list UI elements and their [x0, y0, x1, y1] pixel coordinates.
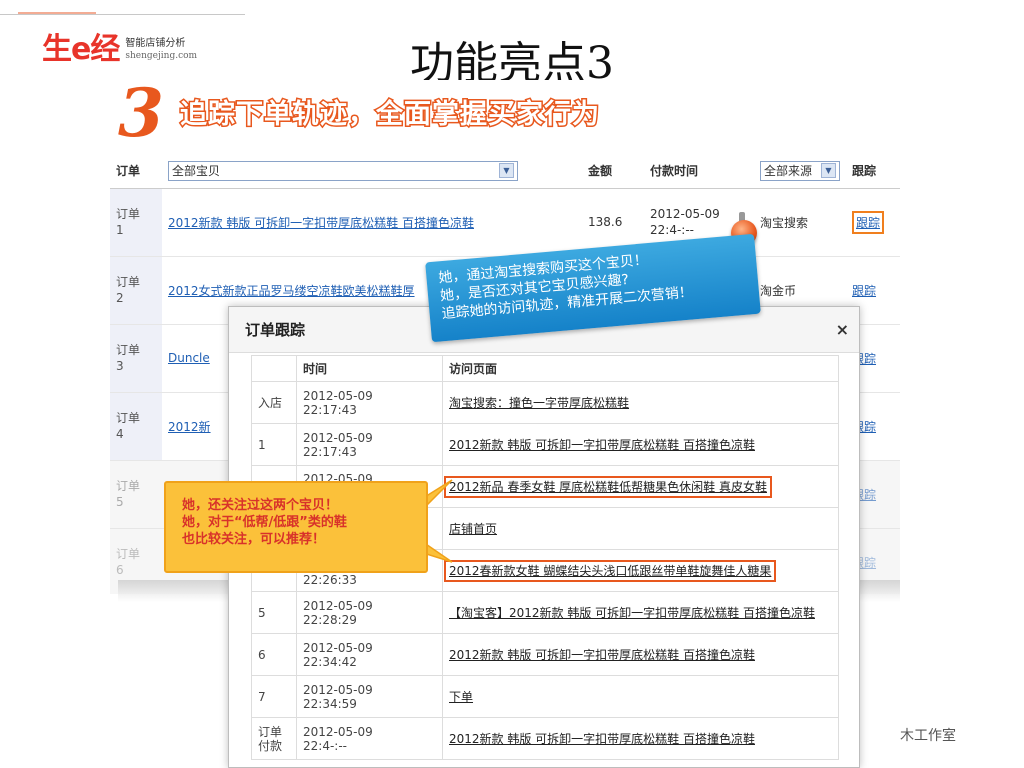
table-row: 7 2012-05-09 22:34:59 下单 [251, 675, 839, 718]
time-cell: 2012-05-09 22:28:29 [296, 591, 443, 634]
step-number: 3 [118, 74, 164, 152]
order-id: 订单 1 [110, 188, 162, 257]
orange-callout-line3: 也比较关注，可以推荐！ [182, 532, 326, 547]
step-cell: 6 [251, 633, 297, 676]
order-id: 订单 4 [110, 392, 162, 461]
header-pay-time: 付款时间 [644, 154, 754, 189]
order-id: 订单 3 [110, 324, 162, 393]
chevron-down-icon: ▼ [821, 163, 836, 179]
headline: 追踪下单轨迹，全面掌握买家行为 [179, 98, 601, 132]
page-link[interactable]: 2012新品 春季女鞋 厚底松糕鞋低帮糖果色休闲鞋 真皮女鞋 [449, 480, 767, 494]
source-select-value: 全部来源 [764, 164, 813, 179]
step-cell: 订单付款 [251, 717, 297, 760]
page-link[interactable]: 2012新款 韩版 可拆卸一字扣带厚底松糕鞋 百搭撞色凉鞋 [449, 438, 755, 452]
header-order: 订单 [110, 154, 162, 189]
item-link[interactable]: 2012女式新款正品罗马缕空凉鞋欧美松糕鞋厚 [168, 284, 415, 298]
time-cell: 2012-05-09 22:34:42 [296, 633, 443, 676]
time-cell: 2012-05-09 22:17:43 [296, 423, 443, 466]
header-track: 跟踪 [846, 154, 900, 189]
page-link[interactable]: 【淘宝客】2012新款 韩版 可拆卸一字扣带厚底松糕鞋 百搭撞色凉鞋 [449, 606, 815, 620]
watermark: 木工作室 [900, 728, 956, 744]
orange-callout: 她，还关注过这两个宝贝！ 她，对于“低帮/低跟”类的鞋 也比较关注，可以推荐！ [164, 481, 428, 573]
header-time: 时间 [296, 355, 443, 382]
table-row: 订单付款 2012-05-09 22:4-:-- 2012新款 韩版 可拆卸一字… [251, 717, 839, 760]
order-id: 订单 2 [110, 256, 162, 325]
step-cell: 7 [251, 675, 297, 718]
time-cell: 2012-05-09 22:34:59 [296, 675, 443, 718]
header-page: 访问页面 [442, 355, 839, 382]
orange-callout-line2: 她，对于“低帮/低跟”类的鞋 [182, 515, 347, 530]
table-row: 6 2012-05-09 22:34:42 2012新款 韩版 可拆卸一字扣带厚… [251, 633, 839, 676]
page-link[interactable]: 2012新款 韩版 可拆卸一字扣带厚底松糕鞋 百搭撞色凉鞋 [449, 648, 755, 662]
source-select[interactable]: 全部来源 ▼ [760, 160, 840, 181]
order-id: 订单 5 [110, 460, 162, 529]
page-link[interactable]: 店铺首页 [449, 522, 497, 536]
chevron-down-icon: ▼ [499, 163, 514, 179]
page-link[interactable]: 下单 [449, 690, 473, 704]
time-cell: 2012-05-09 22:4-:-- [296, 717, 443, 760]
item-link[interactable]: 2012新 [168, 420, 211, 434]
item-link[interactable]: Duncle [168, 351, 210, 365]
page-link[interactable]: 2012新款 韩版 可拆卸一字扣带厚底松糕鞋 百搭撞色凉鞋 [449, 732, 755, 746]
goods-select-value: 全部宝贝 [172, 164, 221, 179]
table-row: 订单 1 2012新款 韩版 可拆卸一字扣带厚底松糕鞋 百搭撞色凉鞋 138.6… [110, 188, 900, 257]
header-amount: 金额 [582, 154, 644, 189]
step-cell: 入店 [251, 381, 297, 424]
table-row: 5 2012-05-09 22:28:29 【淘宝客】2012新款 韩版 可拆卸… [251, 591, 839, 634]
orange-callout-line1: 她，还关注过这两个宝贝！ [182, 498, 339, 513]
goods-select[interactable]: 全部宝贝 ▼ [168, 160, 518, 181]
page-link[interactable]: 淘宝搜索：撞色一字带厚底松糕鞋 [449, 396, 629, 410]
table-row: 1 2012-05-09 22:17:43 2012新款 韩版 可拆卸一字扣带厚… [251, 423, 839, 466]
step-cell: 1 [251, 423, 297, 466]
track-highlight: 跟踪 [852, 210, 885, 234]
item-link[interactable]: 2012新款 韩版 可拆卸一字扣带厚底松糕鞋 百搭撞色凉鞋 [168, 216, 474, 230]
close-icon[interactable]: × [836, 320, 849, 339]
top-divider [0, 14, 245, 15]
page-link[interactable]: 2012春新款女鞋 蝴蝶结尖头浅口低跟丝带单鞋旋舞佳人糖果 [449, 564, 771, 578]
header-step [251, 355, 297, 382]
dialog-title: 订单跟踪 [245, 321, 306, 339]
source-cell: 淘宝搜索 [754, 188, 846, 257]
step-cell: 5 [251, 591, 297, 634]
page-highlight: 2012新品 春季女鞋 厚底松糕鞋低帮糖果色休闲鞋 真皮女鞋 [444, 475, 772, 498]
time-cell: 2012-05-09 22:17:43 [296, 381, 443, 424]
track-link[interactable]: 跟踪 [852, 284, 876, 298]
table-row: 入店 2012-05-09 22:17:43 淘宝搜索：撞色一字带厚底松糕鞋 [251, 381, 839, 424]
page-highlight: 2012春新款女鞋 蝴蝶结尖头浅口低跟丝带单鞋旋舞佳人糖果 [444, 559, 777, 582]
track-link[interactable]: 跟踪 [856, 216, 880, 230]
